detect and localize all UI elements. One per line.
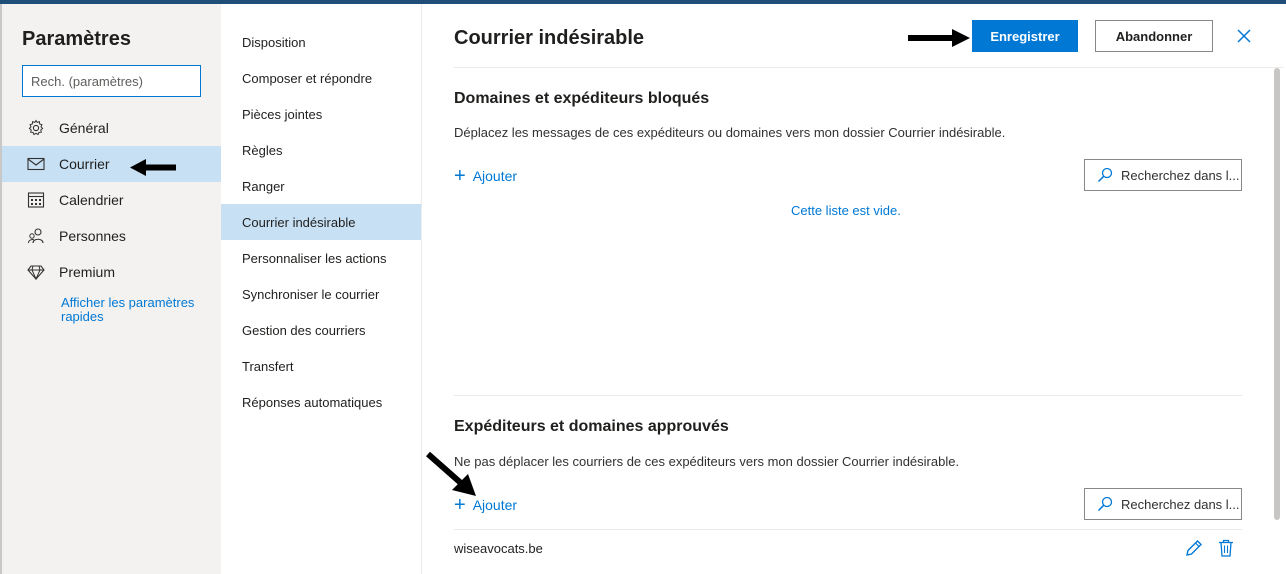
settings-search-input[interactable]	[22, 65, 201, 97]
subnav-item-layout[interactable]: Disposition	[221, 24, 421, 60]
subnav-item-customize-actions[interactable]: Personnaliser les actions	[221, 240, 421, 276]
list-item: wiseavocats.be	[454, 530, 1242, 566]
subnav-item-message-handling[interactable]: Gestion des courriers	[221, 312, 421, 348]
blocked-search-input[interactable]: Recherchez dans l...	[1084, 159, 1242, 191]
sidebar-item-label: Personnes	[59, 228, 126, 244]
subnav-item-compose[interactable]: Composer et répondre	[221, 60, 421, 96]
subnav-item-auto-replies[interactable]: Réponses automatiques	[221, 384, 421, 420]
section-divider	[454, 395, 1242, 396]
safe-sender-entry: wiseavocats.be	[454, 540, 543, 556]
save-button[interactable]: Enregistrer	[972, 20, 1078, 52]
plus-icon: +	[454, 494, 466, 516]
search-icon	[1097, 496, 1113, 512]
add-label: Ajouter	[472, 497, 518, 513]
annotation-arrow-right-icon	[908, 29, 970, 47]
blocked-section-description: Déplacez les messages de ces expéditeurs…	[454, 125, 1006, 140]
sidebar-item-calendar[interactable]: Calendrier	[2, 182, 221, 218]
sidebar-item-label: Premium	[59, 264, 116, 280]
subnav-item-rules[interactable]: Règles	[221, 132, 421, 168]
diamond-icon	[25, 261, 47, 283]
scrollbar[interactable]	[1274, 68, 1280, 520]
blocked-section-title: Domaines et expéditeurs bloqués	[454, 90, 710, 107]
empty-list-message: Cette liste est vide.	[791, 203, 901, 218]
search-placeholder: Recherchez dans l...	[1121, 167, 1240, 183]
safe-section-description: Ne pas déplacer les courriers de ces exp…	[454, 454, 960, 469]
safe-section-title: Expéditeurs et domaines approuvés	[454, 418, 729, 435]
discard-button[interactable]: Abandonner	[1095, 20, 1213, 52]
settings-title: Paramètres	[22, 28, 131, 50]
annotation-arrow-diagonal-icon	[426, 451, 476, 496]
close-button[interactable]	[1234, 26, 1254, 46]
quick-settings-link[interactable]: Afficher les paramètres rapides	[61, 296, 211, 324]
sidebar-item-label: Calendrier	[59, 192, 124, 208]
close-icon	[1237, 29, 1251, 43]
page-title: Courrier indésirable	[454, 27, 645, 49]
safe-search-input[interactable]: Recherchez dans l...	[1084, 488, 1242, 520]
pencil-icon[interactable]	[1184, 538, 1204, 558]
subnav-item-forwarding[interactable]: Transfert	[221, 348, 421, 384]
sidebar-item-mail[interactable]: Courrier	[2, 146, 221, 182]
safe-add-button[interactable]: + Ajouter	[454, 494, 517, 516]
settings-sidebar: Paramètres Général Courrier Calendrier P…	[2, 4, 221, 574]
calendar-icon	[25, 189, 47, 211]
annotation-arrow-left-icon	[130, 159, 176, 176]
mail-subnav: Disposition Composer et répondre Pièces …	[221, 4, 422, 574]
mail-icon	[25, 153, 47, 175]
subnav-item-sweep[interactable]: Ranger	[221, 168, 421, 204]
sidebar-item-general[interactable]: Général	[2, 110, 221, 146]
sidebar-item-premium[interactable]: Premium	[2, 254, 221, 290]
junk-settings-pane: Courrier indésirable Enregistrer Abandon…	[422, 4, 1286, 574]
search-placeholder: Recherchez dans l...	[1121, 496, 1240, 512]
subnav-item-attachments[interactable]: Pièces jointes	[221, 96, 421, 132]
people-icon	[25, 225, 47, 247]
header-divider	[454, 67, 1284, 68]
search-icon	[1097, 167, 1113, 183]
sidebar-item-people[interactable]: Personnes	[2, 218, 221, 254]
add-label: Ajouter	[472, 168, 518, 184]
subnav-item-sync[interactable]: Synchroniser le courrier	[221, 276, 421, 312]
blocked-add-button[interactable]: + Ajouter	[454, 165, 517, 187]
plus-icon: +	[454, 165, 466, 187]
gear-icon	[25, 117, 47, 139]
sidebar-item-label: Général	[59, 120, 109, 136]
trash-icon[interactable]	[1216, 538, 1236, 558]
sidebar-item-label: Courrier	[59, 156, 110, 172]
subnav-item-junk[interactable]: Courrier indésirable	[221, 204, 421, 240]
